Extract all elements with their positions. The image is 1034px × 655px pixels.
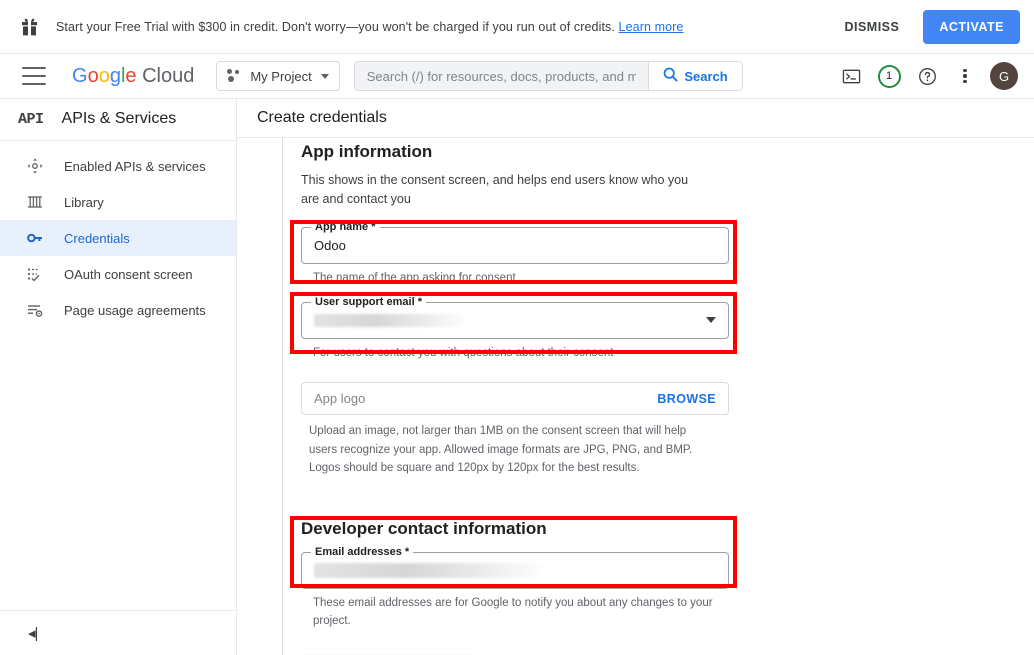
cloud-shell-terminal-icon[interactable] [834, 59, 868, 93]
kebab-more-icon[interactable] [948, 59, 982, 93]
sidebar-item-enabled-apis[interactable]: Enabled APIs & services [0, 148, 236, 184]
user-support-email-label: User support email * [311, 295, 426, 308]
sidebar-item-label: Library [64, 194, 104, 210]
dashboard-move-icon [26, 157, 44, 175]
chevron-down-icon [320, 73, 329, 79]
agreements-gear-icon [26, 301, 44, 319]
notification-count: 1 [877, 64, 901, 88]
user-support-email-helper-text: For users to contact you with questions … [313, 346, 614, 359]
app-name-field-block: App name * The name of the app asking fo… [301, 220, 729, 288]
email-addresses-redacted-value [314, 562, 546, 578]
consent-form: App information This shows in the consen… [301, 138, 1034, 655]
app-information-heading: App information [301, 142, 433, 161]
user-support-email-redacted-value [314, 313, 467, 327]
chevron-down-icon [706, 317, 716, 324]
banner-message-text: Start your Free Trial with $300 in credi… [56, 19, 619, 34]
hamburger-icon[interactable] [22, 67, 46, 85]
sidebar-footer: ◂| [0, 610, 236, 655]
sidebar-item-oauth-consent-screen[interactable]: OAuth consent screen [0, 256, 236, 292]
project-selector[interactable]: My Project [216, 61, 340, 91]
activate-button[interactable]: ACTIVATE [923, 9, 1020, 44]
sidebar-header: API APIs & Services [0, 99, 236, 139]
email-addresses-field-block: Email addresses * These email addresses … [301, 545, 729, 631]
app-name-input[interactable] [314, 237, 716, 253]
main-content: Create credentials App information This … [237, 99, 1034, 655]
free-trial-banner: Start your Free Trial with $300 in credi… [0, 0, 1034, 54]
app-logo-field-block: App logo BROWSE Upload an image, not lar… [301, 382, 1034, 476]
app-logo-input-wrapper[interactable]: App logo BROWSE [301, 382, 729, 416]
user-support-email-select-wrapper[interactable]: User support email * [301, 295, 729, 339]
library-icon [26, 193, 44, 211]
sidebar: API APIs & Services Enabled APIs & servi… [0, 99, 237, 655]
collapse-panel-icon[interactable]: ◂| [28, 624, 38, 642]
sidebar-item-library[interactable]: Library [0, 184, 236, 220]
sidebar-nav-list: Enabled APIs & services Library Credenti… [0, 141, 236, 328]
sidebar-item-label: Page usage agreements [64, 302, 206, 318]
banner-message: Start your Free Trial with $300 in credi… [56, 20, 683, 34]
user-support-email-field-block: User support email * For users to contac… [301, 295, 729, 363]
email-addresses-label: Email addresses * [311, 545, 414, 558]
email-addresses-input-wrapper[interactable]: Email addresses * [301, 545, 729, 589]
search-button-label: Search [684, 68, 728, 84]
app-name-helper-text: The name of the app asking for consent [313, 271, 516, 284]
gift-icon [16, 18, 42, 36]
stepper-rail [282, 138, 283, 655]
search-input[interactable] [354, 62, 649, 90]
notification-badge[interactable]: 1 [872, 59, 906, 93]
sidebar-item-label: Credentials [64, 230, 130, 246]
app-name-input-wrapper[interactable]: App name * [301, 220, 729, 264]
app-information-description: This shows in the consent screen, and he… [301, 173, 689, 207]
app-logo-placeholder: App logo [314, 391, 366, 407]
app-name-label: App name * [311, 220, 380, 233]
api-product-icon: API [18, 110, 44, 128]
dismiss-button[interactable]: DISMISS [832, 12, 911, 42]
page-body: API APIs & Services Enabled APIs & servi… [0, 99, 1034, 655]
search-icon [663, 67, 679, 85]
project-selector-label: My Project [250, 68, 312, 84]
consent-check-icon [26, 265, 44, 283]
sidebar-item-credentials[interactable]: Credentials [0, 220, 236, 256]
page-title: Create credentials [237, 99, 1034, 138]
sidebar-item-label: Enabled APIs & services [64, 158, 206, 174]
form-scroll-region: App information This shows in the consen… [237, 138, 1034, 655]
sidebar-item-label: OAuth consent screen [64, 266, 193, 282]
project-dots-icon [227, 69, 241, 83]
search-button[interactable]: Search [648, 62, 742, 90]
app-logo-helper-text: Upload an image, not larger than 1MB on … [309, 425, 693, 474]
kebab-dots [963, 68, 967, 84]
sidebar-product-title: APIs & Services [61, 110, 177, 127]
email-addresses-helper-text: These email addresses are for Google to … [313, 596, 713, 627]
learn-more-link[interactable]: Learn more [619, 20, 684, 34]
key-icon [26, 229, 44, 247]
avatar[interactable]: G [990, 62, 1018, 90]
browse-button[interactable]: BROWSE [657, 392, 716, 406]
developer-contact-heading: Developer contact information [301, 518, 547, 538]
help-question-icon[interactable] [910, 59, 944, 93]
sidebar-item-page-usage-agreements[interactable]: Page usage agreements [0, 292, 236, 328]
search-container: Search [353, 61, 743, 91]
google-cloud-logo[interactable]: Google Cloud [72, 65, 194, 88]
top-navigation-bar: Google Cloud My Project Search 1 [0, 54, 1034, 99]
